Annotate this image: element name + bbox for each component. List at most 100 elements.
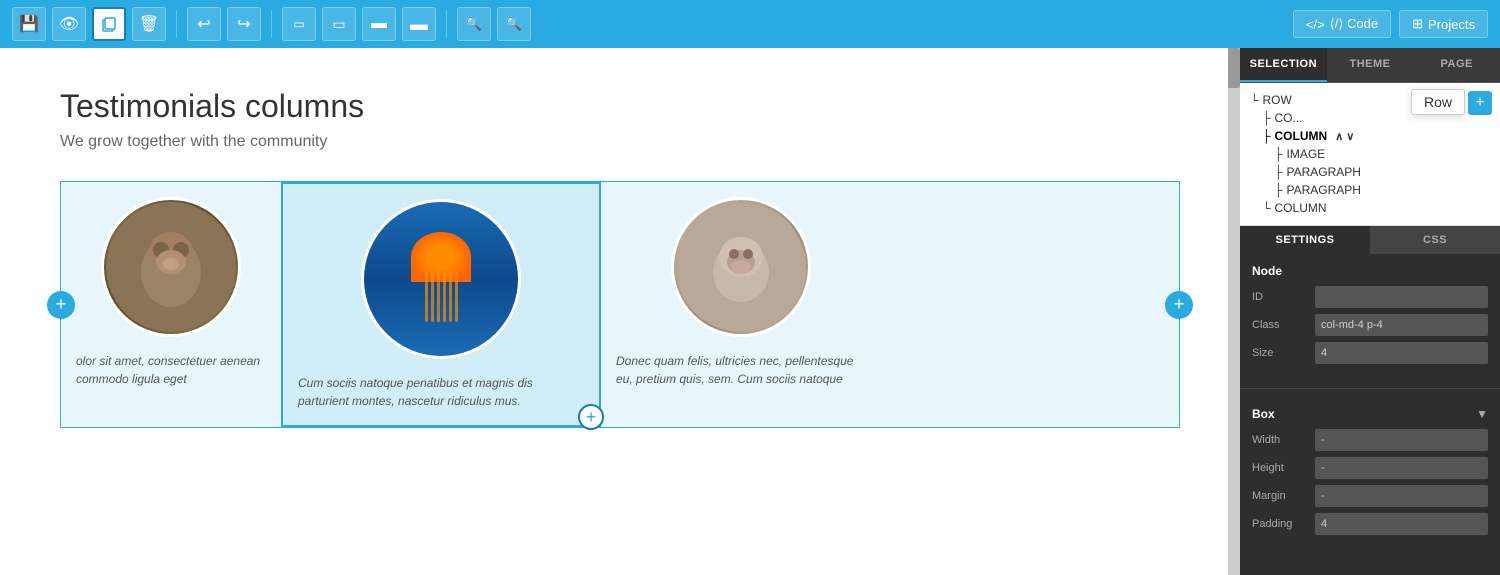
col-2-text: Cum sociis natoque penatibus et magnis d… [298,374,584,410]
col-1-image [101,197,241,337]
mobile-sm-button[interactable]: ▭ [282,7,316,41]
delete-button[interactable]: 🗑 [132,7,166,41]
tree-item-column-selected[interactable]: ├ COLUMN ∧ ∨ [1250,127,1490,145]
tentacle-3 [437,272,440,322]
tree-item-image[interactable]: ├ IMAGE [1250,145,1490,163]
column-2[interactable]: Cum sociis natoque penatibus et magnis d… [281,182,601,427]
node-class-label: Class [1252,319,1307,331]
row-tooltip: Row [1411,89,1465,115]
col-2-image [361,199,521,359]
box-title-text: Box [1252,407,1275,421]
chevron-down-icon: ▼ [1476,407,1488,421]
box-width-row: Width [1252,429,1488,451]
tree-label-column-2: COLUMN [1275,201,1327,215]
projects-icon: ⊞ [1412,16,1423,32]
panel-tabs: SELECTION THEME PAGE [1240,48,1500,83]
tree-label-paragraph-2: PARAGRAPH [1287,183,1361,197]
node-section: Node ID Class Size [1240,254,1500,380]
zoom-in-button[interactable]: 🔍 [497,7,531,41]
box-margin-label: Margin [1252,490,1307,502]
tree-add-button[interactable]: + [1468,91,1492,115]
box-section-title: Box ▼ [1252,407,1488,421]
box-margin-row: Margin [1252,485,1488,507]
tree-label-paragraph-1: PARAGRAPH [1287,165,1361,179]
add-column-corner-button[interactable]: + [578,404,604,430]
tree-label-image: IMAGE [1287,147,1326,161]
box-width-input[interactable] [1315,429,1488,451]
tree-item-paragraph-1[interactable]: ├ PARAGRAPH [1250,163,1490,181]
tab-settings[interactable]: SETTINGS [1240,226,1370,254]
zoom-out-button[interactable]: 🔍 [457,7,491,41]
jellyfish-tentacles [411,272,471,332]
add-column-right-button[interactable]: + [1165,291,1193,319]
box-height-label: Height [1252,462,1307,474]
page-subtitle: We grow together with the community [60,133,1180,151]
tab-css[interactable]: CSS [1370,226,1500,254]
box-section: Box ▼ Width Height Margin Padding [1240,397,1500,551]
box-padding-input[interactable] [1315,513,1488,535]
tree-indent-1a: ├ [1262,111,1271,125]
col-3-image [671,197,811,337]
tentacle-1 [425,272,428,322]
add-column-left-button[interactable]: + [47,291,75,319]
col-3-text: Donec quam felis, ultricies nec, pellent… [616,352,866,388]
projects-button[interactable]: ⊞ Projects [1399,10,1488,38]
toolbar-right: </> ⟨/⟩ Code ⊞ Projects [1293,10,1488,38]
node-section-title: Node [1252,264,1488,278]
canvas-area[interactable]: Testimonials columns We grow together wi… [0,48,1240,575]
node-id-row: ID [1252,286,1488,308]
node-title-text: Node [1252,264,1282,278]
lion-image [104,200,238,334]
code-button[interactable]: </> ⟨/⟩ Code [1293,10,1391,38]
col-1-text: olor sit amet, consectetuer aenean commo… [76,352,266,388]
box-margin-input[interactable] [1315,485,1488,507]
preview-button[interactable]: 👁 [52,7,86,41]
tab-page[interactable]: PAGE [1413,48,1500,82]
node-size-label: Size [1252,347,1307,359]
tree-indent-1b: ├ [1262,129,1271,143]
scroll-thumb [1228,48,1240,88]
tablet-button[interactable]: ▬ [362,7,396,41]
tab-theme[interactable]: THEME [1327,48,1414,82]
node-class-input[interactable] [1315,314,1488,336]
node-size-input[interactable] [1315,342,1488,364]
column-1[interactable]: olor sit amet, consectetuer aenean commo… [61,182,281,427]
mobile-button[interactable]: ▭ [322,7,356,41]
redo-button[interactable]: ↪ [227,7,261,41]
separator-3 [446,10,447,38]
settings-panel: Node ID Class Size Box [1240,254,1500,575]
tentacle-6 [455,272,458,322]
node-class-row: Class [1252,314,1488,336]
tentacle-4 [443,272,446,322]
projects-label: Projects [1428,17,1475,32]
canvas-content: Testimonials columns We grow together wi… [0,48,1240,575]
box-height-input[interactable] [1315,457,1488,479]
tentacle-5 [449,272,452,322]
tree-item-column-2[interactable]: └ COLUMN [1250,199,1490,217]
columns-row[interactable]: + [60,181,1180,428]
canvas-scrollbar[interactable] [1228,48,1240,575]
tentacle-2 [431,272,434,322]
node-size-row: Size [1252,342,1488,364]
node-id-label: ID [1252,291,1307,303]
tree-item-paragraph-2[interactable]: ├ PARAGRAPH [1250,181,1490,199]
tree-panel: Row + └ ROW ├ CO... ├ COLUMN ∧ ∨ ├ IMAGE [1240,83,1500,226]
tab-selection[interactable]: SELECTION [1240,48,1327,82]
code-label: ⟨/⟩ Code [1330,16,1378,32]
toolbar-left: 💾 👁 🗑 ↩ ↪ ▭ ▭ ▬ ▬ 🔍 🔍 [12,7,531,41]
box-width-label: Width [1252,434,1307,446]
column-up-down-arrows[interactable]: ∧ ∨ [1335,130,1354,143]
tree-label-column: COLUMN [1275,129,1328,143]
page-title: Testimonials columns [60,88,1180,125]
code-icon: </> [1306,17,1325,32]
tooltip-text: Row [1424,94,1452,110]
desktop-button[interactable]: ▬ [402,7,436,41]
node-id-input[interactable] [1315,286,1488,308]
separator-1 [176,10,177,38]
tree-label-row: ROW [1263,93,1292,107]
undo-button[interactable]: ↩ [187,7,221,41]
box-padding-row: Padding [1252,513,1488,535]
column-3[interactable]: Donec quam felis, ultricies nec, pellent… [601,182,881,427]
save-button[interactable]: 💾 [12,7,46,41]
copy-button[interactable] [92,7,126,41]
